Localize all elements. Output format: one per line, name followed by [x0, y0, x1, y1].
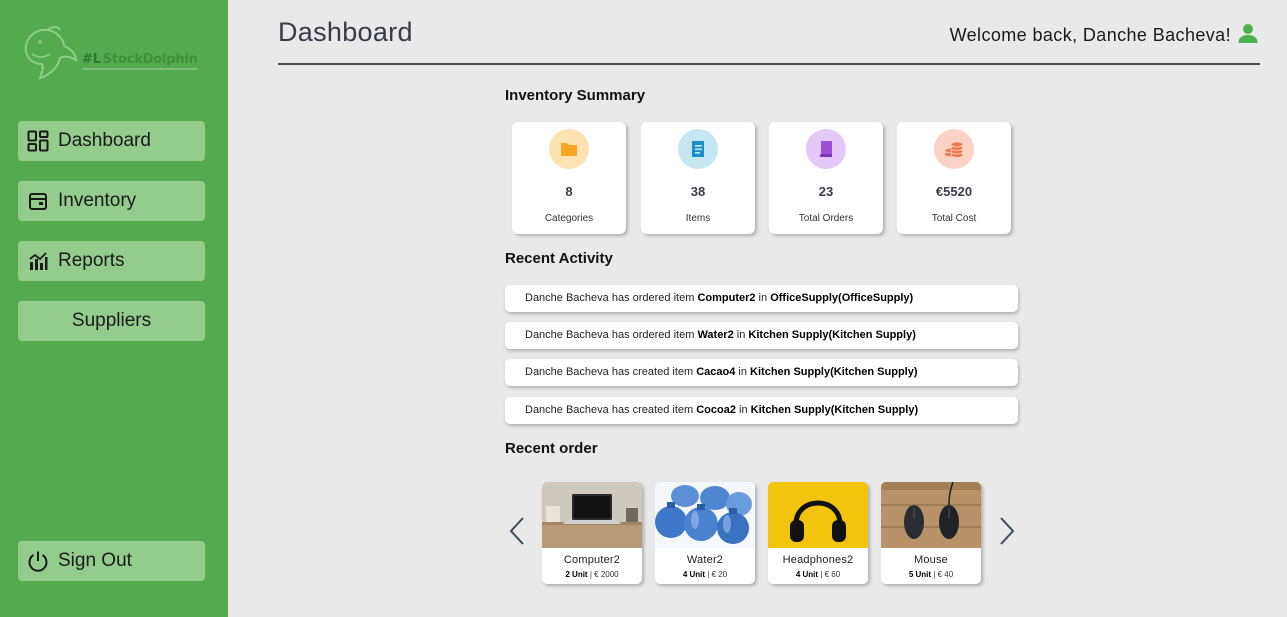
chevron-left-icon [509, 517, 524, 545]
user-icon[interactable] [1237, 22, 1259, 49]
sign-out-button[interactable]: Sign Out [18, 541, 205, 581]
order-price: € 20 [711, 570, 728, 579]
order-card-water2[interactable]: Water2 4 Unit | € 20 [655, 482, 755, 584]
stat-card-items[interactable]: 38 Items [641, 122, 755, 234]
brand-name-text: StockDolphin [102, 52, 198, 67]
activity-location: Kitchen Supply(Kitchen Supply) [748, 329, 916, 341]
order-name: Headphones2 [782, 554, 854, 566]
order-price: € 60 [824, 570, 841, 579]
stat-label: Total Cost [931, 213, 977, 224]
brand-name: #L StockDolphin [82, 52, 198, 70]
notebook-icon [678, 129, 718, 169]
stat-card-categories[interactable]: 8 Categories [512, 122, 626, 234]
book-icon [806, 129, 846, 169]
activity-connector: in [735, 404, 751, 416]
order-name: Computer2 [563, 554, 621, 566]
sidebar-item-label: Suppliers [71, 310, 152, 331]
sidebar-item-reports[interactable]: Reports [18, 241, 205, 281]
activity-item: Danche Bacheva has ordered item Computer… [505, 285, 1018, 312]
order-meta: 4 Unit | € 60 [768, 570, 868, 579]
chevron-right-icon [1000, 517, 1015, 545]
order-meta: 5 Unit | € 40 [881, 570, 981, 579]
sidebar: #L StockDolphin Dashboard Inventory Repor… [0, 0, 228, 617]
activity-location: Kitchen Supply(Kitchen Supply) [750, 366, 918, 378]
activity-text: Danche Bacheva has created item [525, 404, 697, 416]
activity-item-name: Computer2 [697, 292, 756, 304]
brand-logo[interactable]: #L StockDolphin [18, 24, 198, 82]
order-card-computer2[interactable]: Computer2 2 Unit | € 2000 [542, 482, 642, 584]
stat-value: 38 [690, 184, 706, 199]
page-title: Dashboard [278, 17, 413, 47]
order-price: € 2000 [594, 570, 619, 579]
dolphin-logo-icon [24, 26, 78, 80]
order-units: 4 Unit [682, 570, 706, 579]
order-units: 4 Unit [795, 570, 819, 579]
order-name: Mouse [913, 554, 949, 566]
coins-icon [934, 129, 974, 169]
stat-card-total-cost[interactable]: €5520 Total Cost [897, 122, 1011, 234]
headphones-image [768, 482, 868, 548]
activity-connector: in [733, 329, 749, 341]
welcome-message: Welcome back, Danche Bacheva! [950, 22, 1259, 49]
activity-connector: in [755, 292, 771, 304]
sidebar-item-label: Dashboard [58, 130, 151, 151]
water-jugs-image [655, 482, 755, 548]
header-divider [278, 63, 1260, 65]
inventory-summary-title: Inventory Summary [505, 87, 646, 104]
brand-mark: #L [82, 52, 101, 67]
recent-activity-title: Recent Activity [505, 250, 613, 267]
order-price: € 40 [937, 570, 954, 579]
laptop-image [542, 482, 642, 548]
activity-location: OfficeSupply(OfficeSupply) [770, 292, 914, 304]
activity-text: Danche Bacheva has ordered item [525, 329, 698, 341]
order-card-mouse[interactable]: Mouse 5 Unit | € 40 [881, 482, 981, 584]
inventory-box-icon [27, 190, 49, 212]
sidebar-item-dashboard[interactable]: Dashboard [18, 121, 205, 161]
activity-location: Kitchen Supply(Kitchen Supply) [750, 404, 919, 416]
sidebar-item-inventory[interactable]: Inventory [18, 181, 205, 221]
stat-value: 23 [818, 184, 834, 199]
stat-label: Total Orders [798, 213, 854, 224]
order-units: 2 Unit [565, 570, 588, 579]
activity-item: Danche Bacheva has created item Cacao4 i… [505, 359, 1018, 386]
order-meta: 4 Unit | € 20 [655, 570, 755, 579]
activity-text: Danche Bacheva has ordered item [525, 292, 698, 304]
order-card-headphones2[interactable]: Headphones2 4 Unit | € 60 [768, 482, 868, 584]
power-icon [27, 550, 49, 572]
welcome-text: Welcome back, Danche Bacheva! [949, 25, 1231, 45]
dashboard-grid-icon [27, 130, 49, 152]
mouse-image [881, 482, 981, 548]
order-name: Water2 [686, 554, 724, 566]
carousel-prev-button[interactable] [508, 516, 528, 546]
stat-label: Items [685, 213, 711, 224]
sidebar-item-suppliers[interactable]: Suppliers [18, 301, 205, 341]
carousel-next-button[interactable] [996, 516, 1016, 546]
activity-item-name: Cocoa2 [696, 404, 736, 416]
stat-card-total-orders[interactable]: 23 Total Orders [769, 122, 883, 234]
order-meta: 2 Unit | € 2000 [542, 570, 642, 579]
sidebar-item-label: Inventory [58, 190, 137, 211]
sign-out-label: Sign Out [58, 550, 132, 571]
reports-chart-icon [27, 250, 49, 272]
activity-text: Danche Bacheva has created item [525, 366, 697, 378]
stat-value: €5520 [935, 184, 973, 199]
activity-item: Danche Bacheva has ordered item Water2 i… [505, 322, 1018, 349]
activity-connector: in [735, 366, 751, 378]
folder-icon [549, 129, 589, 169]
sidebar-item-label: Reports [58, 250, 125, 271]
recent-order-title: Recent order [505, 440, 598, 457]
activity-item: Danche Bacheva has created item Cocoa2 i… [505, 397, 1018, 424]
stat-label: Categories [544, 213, 594, 224]
activity-item-name: Water2 [697, 329, 734, 341]
activity-item-name: Cacao4 [696, 366, 736, 378]
order-units: 5 Unit [908, 570, 932, 579]
stat-value: 8 [565, 184, 573, 199]
